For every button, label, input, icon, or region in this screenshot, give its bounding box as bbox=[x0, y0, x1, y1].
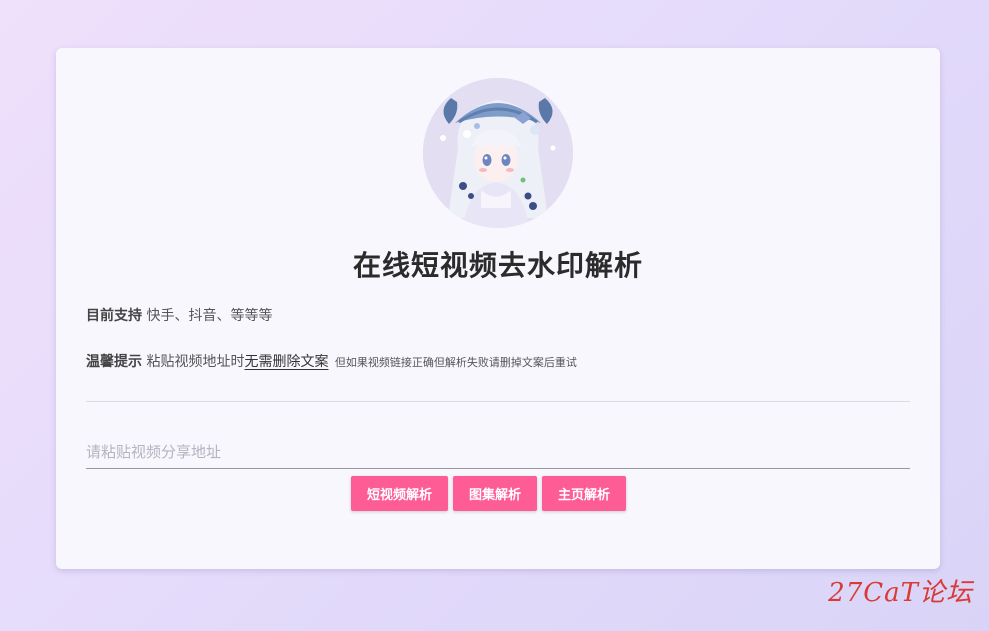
gallery-parse-button[interactable]: 图集解析 bbox=[453, 476, 538, 511]
main-card: 在线短视频去水印解析 目前支持 快手、抖音、等等等 温馨提示 粘贴视频地址时无需… bbox=[56, 48, 940, 569]
homepage-parse-button[interactable]: 主页解析 bbox=[542, 476, 627, 511]
video-url-input[interactable] bbox=[86, 436, 910, 469]
support-text: 快手、抖音、等等等 bbox=[146, 308, 273, 324]
short-video-parse-button[interactable]: 短视频解析 bbox=[351, 476, 449, 511]
tip-info: 温馨提示 粘贴视频地址时无需删除文案 但如果视频链接正确但解析失败请删掉文案后重… bbox=[86, 351, 577, 371]
action-buttons: 短视频解析 图集解析 主页解析 bbox=[351, 476, 627, 511]
anime-avatar-image bbox=[423, 78, 573, 228]
tip-text: 粘贴视频地址时 bbox=[146, 354, 245, 370]
tip-label: 温馨提示 bbox=[86, 354, 142, 370]
watermark-logo: 27CaT论坛 bbox=[828, 578, 973, 608]
support-label: 目前支持 bbox=[86, 308, 142, 324]
support-info: 目前支持 快手、抖音、等等等 bbox=[86, 305, 272, 325]
avatar bbox=[423, 78, 573, 228]
page-title: 在线短视频去水印解析 bbox=[352, 249, 643, 282]
tip-emphasis: 无需删除文案 bbox=[244, 354, 329, 370]
tip-small-text: 但如果视频链接正确但解析失败请删掉文案后重试 bbox=[334, 356, 577, 369]
divider bbox=[86, 401, 910, 402]
